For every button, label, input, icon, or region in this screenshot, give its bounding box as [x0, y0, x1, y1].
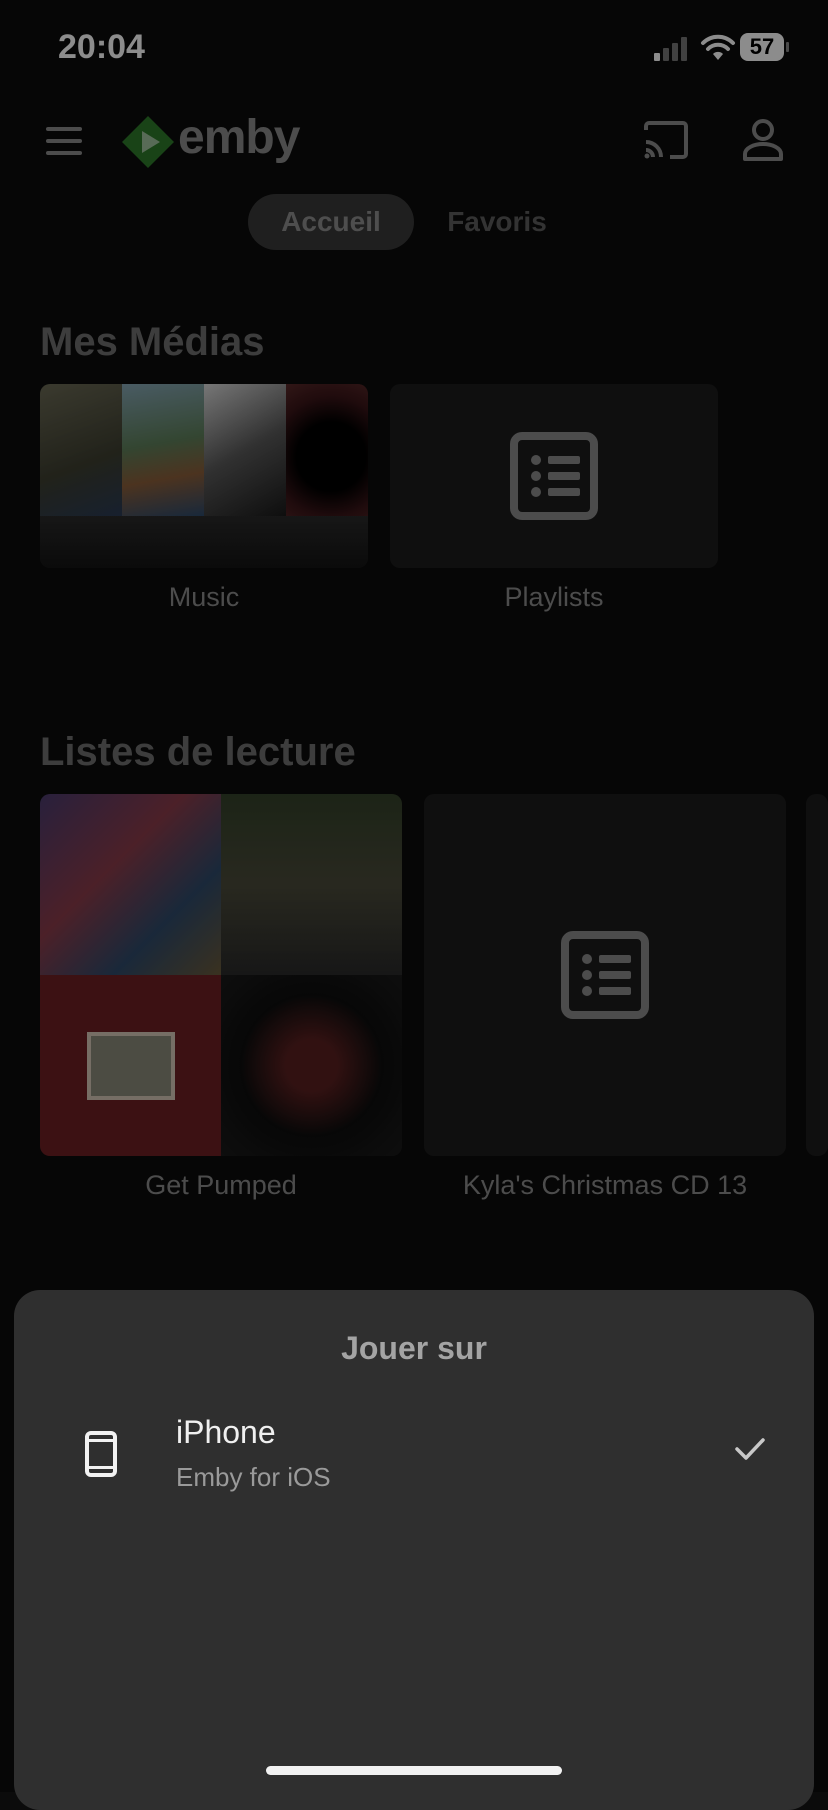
- device-row-iphone[interactable]: [40, 1396, 788, 1500]
- sheet-title: Jouer sur: [341, 1330, 487, 1366]
- smartphone-icon: [85, 1431, 117, 1477]
- play-on-sheet: [14, 1290, 814, 1810]
- device-name: iPhone: [176, 1414, 276, 1450]
- device-subtitle: Emby for iOS: [176, 1462, 331, 1492]
- home-indicator[interactable]: [266, 1766, 562, 1775]
- checkmark-icon: [735, 1438, 765, 1460]
